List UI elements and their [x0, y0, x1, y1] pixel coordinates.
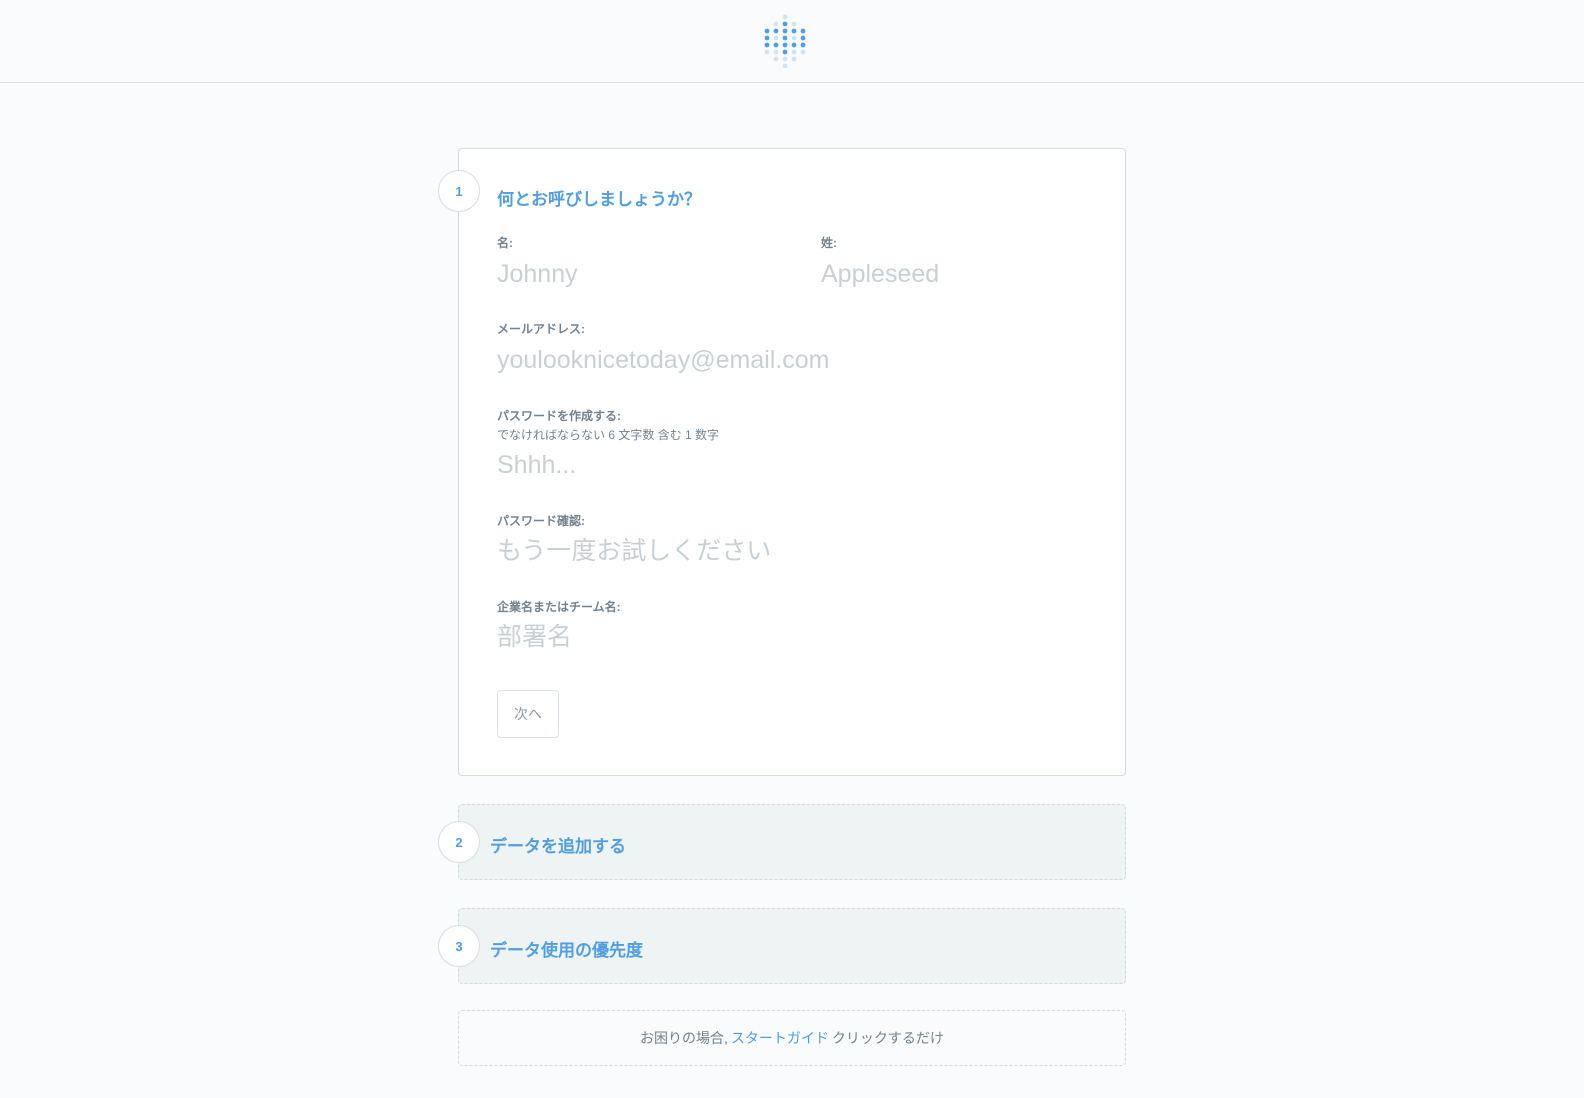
first-name-input[interactable] — [497, 257, 787, 291]
last-name-input[interactable] — [821, 257, 1111, 291]
step-3-card[interactable]: 3 データ使用の優先度 — [438, 908, 1126, 984]
email-input[interactable] — [497, 343, 1097, 377]
company-label: 企業名またはチーム名: — [497, 600, 621, 614]
help-box: お困りの場合, スタートガイド クリックするだけ — [458, 1010, 1126, 1066]
getting-started-link[interactable]: スタートガイド — [731, 1028, 829, 1048]
password-input[interactable] — [497, 448, 1097, 482]
step-3-title: データ使用の優先度 — [490, 941, 643, 960]
next-button[interactable]: 次へ — [497, 690, 559, 738]
last-name-label: 姓: — [821, 236, 837, 250]
password-hint: でなければならない 6 文字数 含む 1 数字 — [497, 428, 720, 442]
step-2-card[interactable]: 2 データを追加する — [438, 804, 1126, 880]
password-label: パスワードを作成する: — [497, 409, 621, 423]
help-suffix: クリックするだけ — [831, 1030, 944, 1046]
step-3-number: 3 — [438, 925, 480, 967]
first-name-label: 名: — [497, 236, 513, 250]
step-1-card: 1 何とお呼びしましょうか？ 名: 姓: メールアドレス: パスワードを作成する… — [438, 148, 1126, 776]
step-1-number: 1 — [438, 170, 480, 212]
top-bar — [0, 0, 1584, 83]
company-input[interactable] — [497, 620, 1097, 654]
password-confirm-input[interactable] — [497, 534, 1097, 568]
password-confirm-label: パスワード確認: — [497, 514, 585, 528]
step-2-number: 2 — [438, 821, 480, 863]
dot-grid-logo-icon[interactable] — [762, 14, 808, 68]
step-1-title: 何とお呼びしましょうか？ — [497, 190, 701, 209]
step-2-title: データを追加する — [490, 837, 626, 856]
email-label: メールアドレス: — [497, 322, 585, 336]
help-prefix: お困りの場合, — [640, 1030, 728, 1046]
